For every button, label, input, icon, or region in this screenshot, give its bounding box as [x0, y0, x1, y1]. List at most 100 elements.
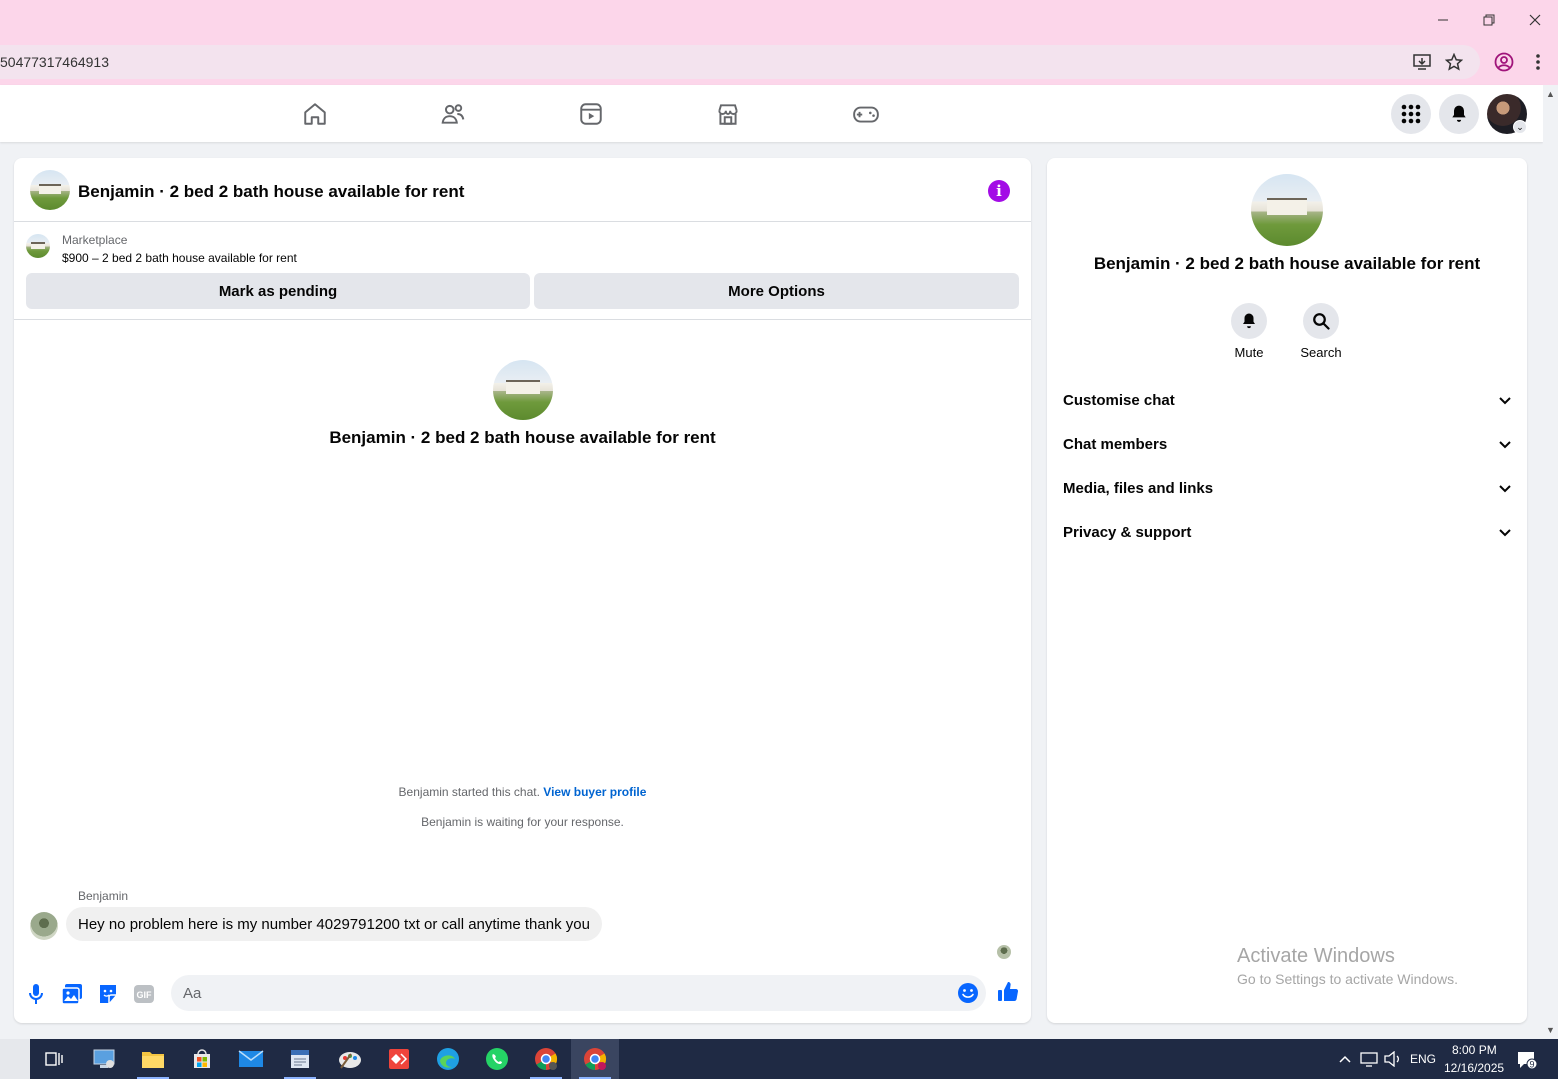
clock-time[interactable]: 8:00 PM — [1452, 1043, 1497, 1057]
more-options-button[interactable]: More Options — [534, 273, 1019, 309]
clock-date[interactable]: 12/16/2025 — [1444, 1061, 1504, 1075]
chevron-down-icon[interactable]: ⌄ — [1513, 120, 1527, 134]
gif-icon: GIF — [134, 985, 154, 1003]
nav-home[interactable] — [275, 93, 355, 135]
search-button[interactable] — [1303, 303, 1339, 339]
emoji-icon[interactable] — [957, 982, 979, 1004]
minimize-icon — [1438, 19, 1448, 20]
listing-thumb[interactable] — [26, 234, 50, 258]
chevron-up-icon[interactable] — [1338, 1052, 1352, 1066]
listing-text[interactable]: $900 – 2 bed 2 bath house available for … — [62, 251, 297, 265]
sender-name: Benjamin — [78, 889, 129, 903]
nav-friends[interactable] — [413, 93, 493, 135]
friends-icon — [441, 104, 465, 124]
notifications-button[interactable] — [1439, 94, 1479, 134]
message-input[interactable] — [171, 975, 986, 1011]
browser-menu-button[interactable] — [1524, 45, 1552, 79]
taskbar-app-paint[interactable] — [326, 1039, 374, 1079]
mark-pending-button[interactable]: Mark as pending — [26, 273, 530, 309]
restore-button[interactable] — [1466, 0, 1512, 39]
taskbar-app-file-explorer[interactable] — [129, 1039, 177, 1079]
install-icon — [1413, 54, 1431, 70]
bell-icon — [1243, 313, 1255, 329]
taskbar-app-chrome-profile-2[interactable] — [571, 1039, 619, 1079]
sticker-icon — [100, 985, 116, 1003]
document-icon — [291, 1050, 309, 1068]
view-buyer-profile-link[interactable]: View buyer profile — [543, 785, 646, 799]
divider — [14, 319, 1031, 320]
taskbar-app-anydesk[interactable] — [375, 1039, 423, 1079]
section-chat-members[interactable]: Chat members — [1063, 426, 1513, 462]
like-send-button[interactable] — [995, 979, 1021, 1005]
taskbar-app-chrome-profile-1[interactable] — [522, 1039, 570, 1079]
thumbs-up-icon — [998, 982, 1019, 1002]
voice-clip-button[interactable] — [23, 981, 49, 1007]
taskbar-app-remote[interactable] — [80, 1039, 128, 1079]
mail-icon — [238, 1050, 264, 1067]
bookmark-button[interactable] — [1440, 45, 1468, 79]
nav-marketplace[interactable] — [688, 93, 768, 135]
info-title: Benjamin · 2 bed 2 bath house available … — [1093, 254, 1481, 273]
scroll-down-arrow-icon[interactable]: ▼ — [1543, 1023, 1558, 1037]
chat-title[interactable]: Benjamin · 2 bed 2 bath house available … — [78, 182, 464, 202]
close-icon — [1529, 14, 1541, 25]
mute-action[interactable]: Mute — [1219, 303, 1279, 360]
nav-video[interactable] — [551, 93, 631, 135]
section-label: Privacy & support — [1063, 523, 1192, 541]
nav-gaming[interactable] — [826, 93, 906, 135]
anydesk-icon — [389, 1049, 409, 1069]
info-listing-avatar[interactable] — [1251, 174, 1323, 246]
sticker-button[interactable] — [95, 981, 121, 1007]
notification-center-button[interactable]: 9 — [1512, 1047, 1542, 1073]
page-scrollbar[interactable]: ▲ ▼ — [1543, 85, 1558, 1039]
section-media-files-links[interactable]: Media, files and links — [1063, 470, 1513, 506]
microphone-icon — [29, 984, 43, 1004]
install-app-button[interactable] — [1408, 45, 1436, 79]
taskbar-app-whatsapp[interactable] — [473, 1039, 521, 1079]
message-bubble[interactable]: Hey no problem here is my number 4029791… — [66, 907, 602, 941]
network-icon[interactable] — [1360, 1051, 1378, 1067]
listing-avatar[interactable] — [30, 170, 70, 210]
chat-started-notice: Benjamin started this chat. View buyer p… — [14, 785, 1031, 799]
started-text: Benjamin started this chat. — [398, 785, 540, 799]
url-field[interactable]: 50477317464913 — [0, 45, 1480, 79]
search-action[interactable]: Search — [1291, 303, 1351, 360]
section-customise-chat[interactable]: Customise chat — [1063, 382, 1513, 418]
section-label: Media, files and links — [1063, 479, 1214, 497]
menu-button[interactable] — [1391, 94, 1431, 134]
marketplace-icon — [718, 104, 738, 125]
section-privacy-support[interactable]: Privacy & support — [1063, 514, 1513, 550]
taskbar-app-mail[interactable] — [227, 1039, 275, 1079]
taskbar-app-document[interactable] — [276, 1039, 324, 1079]
start-button[interactable] — [0, 1039, 30, 1079]
activate-windows-subtitle: Go to Settings to activate Windows. — [1237, 971, 1458, 987]
sender-avatar[interactable] — [30, 912, 58, 940]
scroll-up-arrow-icon[interactable]: ▲ — [1543, 87, 1558, 101]
taskbar-app-edge[interactable] — [424, 1039, 472, 1079]
language-indicator[interactable]: ENG — [1410, 1052, 1436, 1066]
section-label: Chat members — [1063, 435, 1168, 453]
svg-text:GIF: GIF — [137, 990, 153, 1000]
mute-button[interactable] — [1231, 303, 1267, 339]
chevron-down-icon — [1499, 485, 1511, 493]
chrome-icon — [584, 1048, 606, 1070]
close-button[interactable] — [1512, 0, 1558, 39]
attach-photo-button[interactable] — [59, 981, 85, 1007]
star-icon — [1445, 53, 1463, 71]
chrome-icon — [535, 1048, 557, 1070]
profile-icon — [1494, 52, 1514, 72]
mute-label: Mute — [1234, 345, 1264, 360]
info-icon[interactable]: i — [988, 180, 1010, 202]
more-vertical-icon — [1536, 54, 1540, 70]
taskbar-app-store[interactable] — [178, 1039, 226, 1079]
search-label: Search — [1300, 345, 1342, 360]
volume-icon[interactable] — [1384, 1051, 1402, 1067]
section-label: Customise chat — [1063, 391, 1175, 409]
windows-taskbar: ENG 8:00 PM 12/16/2025 9 — [0, 1039, 1558, 1079]
minimize-button[interactable] — [1420, 0, 1466, 39]
task-view-button[interactable] — [30, 1039, 78, 1079]
profile-button[interactable] — [1490, 45, 1518, 79]
chevron-down-icon — [1499, 529, 1511, 537]
grid-menu-icon — [1401, 104, 1421, 124]
gif-button[interactable]: GIF — [131, 981, 157, 1007]
